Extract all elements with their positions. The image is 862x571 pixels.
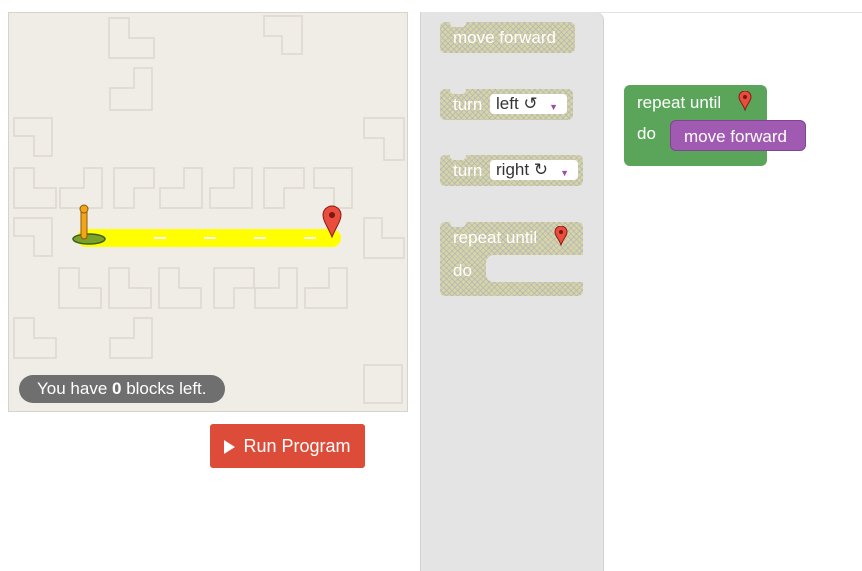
turn-left-dropdown[interactable]: left ↺ ▼ (490, 94, 567, 114)
turn-left-value: left ↺ (496, 94, 538, 113)
run-program-button[interactable]: Run Program (210, 424, 365, 468)
program-repeat-until-label: repeat until (637, 93, 722, 112)
maze-area: You have 0 blocks left. (8, 12, 408, 412)
chevron-down-icon: ▼ (560, 168, 569, 178)
toolbox-move-forward-label: move forward (453, 28, 556, 47)
turn-right-dropdown[interactable]: right ↻ ▼ (490, 160, 578, 180)
toolbox-move-forward-block[interactable]: move forward (440, 22, 575, 53)
toolbox-do-label: do (453, 261, 472, 280)
toolbox-turn-left-block[interactable]: turn left ↺ ▼ (440, 89, 573, 120)
goal-marker-icon (738, 91, 752, 111)
run-program-label: Run Program (243, 435, 351, 456)
maze-map (13, 15, 405, 404)
blocks-left-counter: You have 0 blocks left. (19, 375, 225, 403)
chevron-down-icon: ▼ (549, 102, 558, 112)
player-start-icon (72, 204, 106, 245)
toolbox-turn-right-label: turn (453, 161, 483, 180)
goal-marker-icon (554, 226, 568, 246)
block-toolbox: move forward turn left ↺ ▼ turn right ↻ … (420, 12, 604, 571)
program-do-label: do (637, 124, 656, 143)
turn-right-value: right ↻ (496, 160, 549, 179)
toolbox-turn-left-label: turn (453, 95, 483, 114)
toolbox-turn-right-block[interactable]: turn right ↻ ▼ (440, 155, 583, 186)
toolbox-repeat-until-label: repeat until (453, 228, 538, 247)
toolbox-repeat-until-block[interactable]: repeat until do (440, 222, 583, 296)
program-move-forward-label: move forward (684, 127, 787, 146)
program-move-forward-block[interactable]: move forward (670, 120, 806, 151)
play-icon (224, 439, 236, 454)
